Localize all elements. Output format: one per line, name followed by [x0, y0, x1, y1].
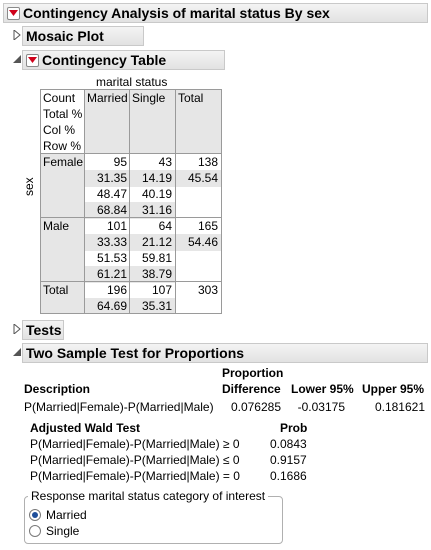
- col-header-label: Married: [87, 91, 128, 105]
- row-pct-value: 38.79: [141, 267, 172, 281]
- disclosure-expanded-icon[interactable]: [12, 347, 22, 357]
- cell-total-single: 107 35.31: [129, 281, 176, 314]
- lower-95-header: Lower 95%: [291, 382, 354, 396]
- legend-cell: Count Total % Col % Row %: [40, 89, 85, 154]
- two-sample-test-header[interactable]: Two Sample Test for Proportions: [22, 343, 428, 363]
- legend-total-pct: Total %: [43, 107, 83, 121]
- row-header-label: Female: [43, 155, 84, 169]
- cell-female-married: 95 31.35 48.47 68.84: [84, 153, 130, 219]
- row-header-label: Male: [43, 219, 70, 233]
- tests-header[interactable]: Tests: [22, 320, 64, 340]
- col-header-label: Total: [178, 91, 204, 105]
- report-title: Contingency Analysis of marital status B…: [23, 5, 330, 21]
- difference-value: 0.076285: [230, 400, 281, 414]
- row-header-label: Total: [43, 283, 69, 297]
- legend-count: Count: [43, 91, 76, 105]
- total-pct-value: 54.46: [187, 235, 218, 249]
- row-pct-value: 68.84: [96, 203, 127, 217]
- col-pct-value: 59.81: [141, 251, 172, 265]
- radio-label: Married: [46, 508, 87, 522]
- disclosure-collapsed-icon[interactable]: [12, 324, 22, 334]
- count-value: 64: [158, 219, 172, 233]
- total-pct-value: 31.35: [96, 171, 127, 185]
- cell-male-married: 101 33.33 51.53 61.21: [84, 217, 130, 283]
- cell-total-married: 196 64.69: [84, 281, 130, 314]
- radio-selected-icon[interactable]: [29, 509, 41, 521]
- contingency-table-title: Contingency Table: [42, 52, 167, 68]
- total-pct-value: 35.31: [141, 299, 172, 313]
- two-sample-test-title: Two Sample Test for Proportions: [26, 345, 245, 361]
- legend-row-pct: Row %: [43, 139, 82, 153]
- col-pct-value: 51.53: [96, 251, 127, 265]
- col-pct-value: 40.19: [141, 187, 172, 201]
- mosaic-plot-title: Mosaic Plot: [26, 28, 104, 44]
- row-variable-label: sex: [22, 177, 36, 196]
- wald-prob-value: 0.1686: [270, 469, 307, 483]
- col-pct-value: 48.47: [96, 187, 127, 201]
- disclosure-expanded-icon[interactable]: [12, 54, 22, 64]
- difference-header: Difference: [222, 382, 281, 396]
- row-header-female: Female: [40, 153, 85, 218]
- col-header-total: Total: [175, 89, 222, 154]
- total-pct-value: 21.12: [141, 235, 172, 249]
- upper-95-header: Upper 95%: [362, 382, 425, 396]
- red-triangle-menu-icon[interactable]: [7, 6, 20, 20]
- red-triangle-menu-icon[interactable]: [26, 53, 39, 67]
- legend-col-pct: Col %: [43, 123, 76, 137]
- cell-grand-total: 303: [175, 281, 222, 314]
- lower-95-value: -0.03175: [297, 400, 345, 414]
- count-value: 107: [151, 283, 172, 297]
- wald-test-row: P(Married|Female)-P(Married|Male) ≤ 0: [30, 453, 240, 467]
- row-pct-value: 61.21: [96, 267, 127, 281]
- count-value: 138: [197, 155, 218, 169]
- cell-male-single: 64 21.12 59.81 38.79: [129, 217, 176, 283]
- wald-test-header: Adjusted Wald Test: [30, 421, 141, 435]
- total-pct-value: 45.54: [187, 171, 218, 185]
- radio-unselected-icon[interactable]: [29, 525, 41, 537]
- count-value: 43: [158, 155, 172, 169]
- radio-label: Single: [46, 524, 80, 538]
- mosaic-plot-header[interactable]: Mosaic Plot: [22, 26, 144, 46]
- col-header-label: Single: [132, 91, 166, 105]
- cell-female-single: 43 14.19 40.19 31.16: [129, 153, 176, 219]
- upper-95-value: 0.181621: [374, 400, 425, 414]
- row-header-total: Total: [40, 281, 85, 314]
- total-pct-value: 33.33: [96, 235, 127, 249]
- row-pct-value: 31.16: [141, 203, 172, 217]
- col-header-single: Single: [129, 89, 176, 154]
- col-header-married: Married: [84, 89, 130, 154]
- wald-test-row: P(Married|Female)-P(Married|Male) = 0: [30, 469, 240, 483]
- report-header: Contingency Analysis of marital status B…: [3, 3, 428, 23]
- count-value: 196: [106, 283, 127, 297]
- radio-option-single[interactable]: Single: [29, 524, 129, 540]
- tests-title: Tests: [26, 322, 62, 338]
- count-value: 303: [197, 283, 218, 297]
- count-value: 165: [197, 219, 218, 233]
- count-value: 95: [113, 155, 127, 169]
- proportion-header: Proportion: [222, 366, 284, 380]
- cell-male-total: 165 54.46: [175, 217, 222, 282]
- cell-female-total: 138 45.54: [175, 153, 222, 218]
- column-variable-label: marital status: [96, 75, 168, 89]
- radio-option-married[interactable]: Married: [29, 508, 129, 524]
- description-header: Description: [24, 382, 91, 396]
- wald-prob-value: 0.9157: [270, 453, 307, 467]
- description-value: P(Married|Female)-P(Married|Male): [24, 400, 214, 414]
- wald-test-row: P(Married|Female)-P(Married|Male) ≥ 0: [30, 437, 240, 451]
- contingency-table-header[interactable]: Contingency Table: [22, 50, 225, 70]
- prob-header: Prob: [280, 421, 308, 435]
- response-category-legend: Response marital status category of inte…: [28, 489, 269, 503]
- count-value: 101: [106, 219, 127, 233]
- total-pct-value: 64.69: [96, 299, 127, 313]
- disclosure-collapsed-icon[interactable]: [12, 30, 22, 40]
- row-header-male: Male: [40, 217, 85, 282]
- total-pct-value: 14.19: [141, 171, 172, 185]
- wald-prob-value: 0.0843: [270, 437, 307, 451]
